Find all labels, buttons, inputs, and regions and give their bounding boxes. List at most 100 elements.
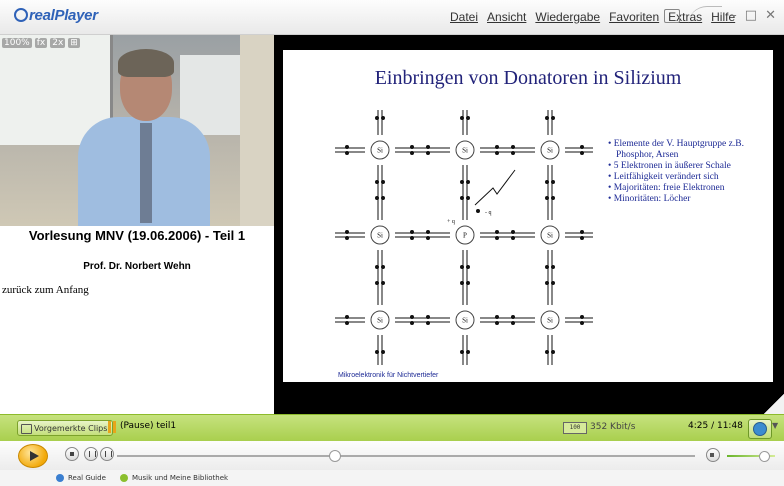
info-pane: Vorlesung MNV (19.06.2006) - Teil 1 Prof…: [0, 226, 274, 414]
electron-dot: [495, 145, 499, 149]
bandwidth-icon: 100: [563, 422, 587, 434]
globe-icon: [753, 422, 767, 436]
electron-dot: [580, 236, 584, 240]
electron-dot: [495, 230, 499, 234]
electron-dot: [495, 321, 499, 325]
electron-dot: [511, 321, 515, 325]
electron-dot: [551, 350, 555, 354]
video-frame[interactable]: 100% fx 2x ⊞: [0, 35, 274, 226]
electron-dot: [580, 230, 584, 234]
electron-dot: [545, 281, 549, 285]
lecturer-hair: [118, 49, 174, 77]
menu-favoriten[interactable]: Favoriten: [609, 10, 659, 24]
mute-button[interactable]: [706, 448, 720, 462]
electron-dot: [545, 116, 549, 120]
library-label: Musik und Meine Bibliothek: [132, 474, 229, 482]
electron-dot: [460, 281, 464, 285]
electron-dot: [545, 196, 549, 200]
library-link[interactable]: Musik und Meine Bibliothek: [120, 474, 228, 482]
saved-clips-button[interactable]: Vorgemerkte Clips: [17, 420, 114, 436]
electron-dot: [375, 265, 379, 269]
volume-thumb[interactable]: [759, 451, 770, 462]
play-button[interactable]: [18, 444, 48, 468]
electron-dot: [460, 196, 464, 200]
double-size-tag[interactable]: 2x: [50, 38, 66, 48]
electron-dot: [551, 281, 555, 285]
electron-dot: [580, 145, 584, 149]
transport-bar: [0, 441, 784, 470]
electron-dot: [345, 145, 349, 149]
electron-dot: [551, 180, 555, 184]
seek-bar[interactable]: [117, 455, 695, 457]
network-button[interactable]: [748, 419, 772, 439]
electron-dot: [375, 196, 379, 200]
silicon-atom-label: Si: [462, 147, 468, 155]
silicon-atom-label: Si: [547, 147, 553, 155]
menu-datei[interactable]: Datei: [450, 10, 478, 24]
electron-dot: [410, 236, 414, 240]
electron-dot: [495, 151, 499, 155]
electron-dot: [551, 265, 555, 269]
titlebar-curve: [688, 6, 723, 25]
electron-dot: [460, 180, 464, 184]
electron-dot: [511, 230, 515, 234]
next-button[interactable]: [100, 447, 114, 461]
maximize-icon[interactable]: □: [745, 8, 757, 23]
electron-dot: [375, 350, 379, 354]
playback-status: (Pause) teil1: [120, 421, 177, 431]
lecturer-tie: [140, 123, 152, 223]
electron-dot: [410, 230, 414, 234]
back-to-start-link[interactable]: zurück zum Anfang: [2, 284, 89, 296]
electron-dot: [545, 180, 549, 184]
electron-dot: [551, 116, 555, 120]
electron-dot: [426, 151, 430, 155]
electron-dot: [375, 281, 379, 285]
stop-button[interactable]: [65, 447, 79, 461]
electron-dot: [495, 236, 499, 240]
previous-button[interactable]: [84, 447, 98, 461]
electron-dot: [381, 180, 385, 184]
menu-wiedergabe[interactable]: Wiedergabe: [535, 10, 600, 24]
electron-dot: [375, 116, 379, 120]
electron-dot: [511, 315, 515, 319]
real-guide-link[interactable]: Real Guide: [56, 474, 106, 482]
menu-ansicht[interactable]: Ansicht: [487, 10, 526, 24]
silicon-atom-label: Si: [377, 147, 383, 155]
electron-dot: [410, 321, 414, 325]
close-icon[interactable]: ✕: [765, 8, 776, 23]
seek-thumb[interactable]: [328, 450, 341, 462]
window-controls: – □ ✕: [664, 6, 776, 25]
silicon-atom-label: Si: [547, 232, 553, 240]
electron-dot: [375, 180, 379, 184]
electron-dot: [426, 236, 430, 240]
fullscreen-tag[interactable]: ⊞: [68, 38, 80, 48]
electron-dot: [460, 350, 464, 354]
fx-tag[interactable]: fx: [34, 38, 48, 48]
electron-dot: [410, 145, 414, 149]
electron-dot: [426, 315, 430, 319]
electron-dot: [511, 145, 515, 149]
toolbar-mode-icon[interactable]: [664, 8, 681, 23]
electron-dot: [426, 145, 430, 149]
resize-corner[interactable]: [764, 394, 784, 414]
electron-dot: [460, 116, 464, 120]
electron-dot: [511, 151, 515, 155]
bullet-item: Elemente der V. Hauptgruppe z.B. Phospho…: [608, 139, 768, 161]
electron-dot: [426, 321, 430, 325]
electron-dot: [345, 230, 349, 234]
media-stage: 100% fx 2x ⊞ Vorlesung MNV (19.06.2006) …: [0, 35, 784, 414]
electron-dot: [466, 196, 470, 200]
library-icon: [120, 474, 128, 482]
electron-dot: [580, 151, 584, 155]
minimize-icon[interactable]: –: [730, 8, 737, 23]
zoom-tag[interactable]: 100%: [2, 38, 32, 48]
chevron-down-icon[interactable]: ▼: [772, 421, 778, 430]
logo-text: realPlayer: [29, 7, 98, 24]
electron-dot: [545, 265, 549, 269]
electron-dot: [381, 196, 385, 200]
guide-icon: [56, 474, 64, 482]
bullet-item: Minoritäten: Löcher: [608, 194, 768, 205]
electron-dot: [381, 265, 385, 269]
bottom-navigation: Real Guide Musik und Meine Bibliothek: [0, 470, 784, 486]
lecture-title: Vorlesung MNV (19.06.2006) - Teil 1: [28, 228, 246, 243]
